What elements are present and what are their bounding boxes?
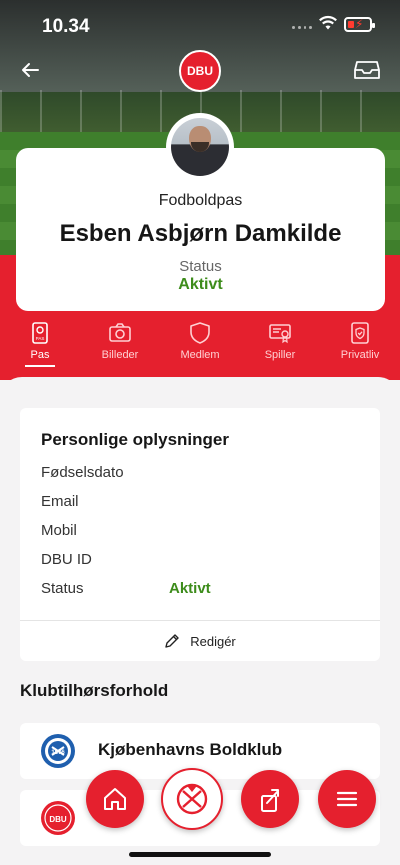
tab-billeder[interactable]: Billeder [80, 318, 160, 374]
tab-privatliv[interactable]: Privatliv [320, 318, 400, 374]
share-icon [261, 789, 279, 812]
tab-label: Pas [30, 349, 50, 361]
home-button[interactable] [86, 770, 144, 828]
svg-text:DBU: DBU [49, 815, 67, 824]
tab-spiller[interactable]: Spiller [240, 318, 320, 374]
passport-icon: PAS [32, 322, 48, 344]
personal-info-panel: Personlige oplysninger Fødselsdato Email… [20, 408, 380, 661]
share-button[interactable] [241, 770, 299, 828]
svg-text:1876: 1876 [51, 750, 65, 756]
status-time: 10.34 [42, 16, 90, 37]
kb-club-badge-icon: 1876 [41, 734, 75, 768]
wifi-icon [319, 15, 337, 30]
signal-icon [292, 26, 312, 30]
card-kind: Fodboldpas [158, 192, 243, 209]
inbox-icon[interactable] [354, 60, 380, 80]
clubs-title: Klubtilhørsforhold [20, 681, 169, 700]
status-label: Status [179, 258, 222, 275]
battery-icon: ⚡ [344, 17, 375, 32]
ball-icon [176, 783, 208, 815]
menu-button[interactable] [318, 770, 376, 828]
row-label: Mobil [41, 522, 77, 539]
privacy-shield-icon [351, 322, 369, 344]
row-label: DBU ID [41, 551, 92, 568]
tab-label: Spiller [264, 349, 296, 361]
tab-medlem[interactable]: Medlem [160, 318, 240, 374]
menu-icon [336, 791, 358, 807]
tab-pas[interactable]: PAS Pas [0, 318, 80, 374]
back-arrow-icon[interactable] [18, 58, 42, 82]
row-label: Status [41, 580, 84, 597]
tab-label: Medlem [180, 349, 220, 361]
edit-label: Redigér [190, 633, 236, 649]
club-name: Kjøbenhavns Boldklub [98, 740, 283, 759]
dbu-logo: DBU [179, 50, 221, 92]
ball-button[interactable] [161, 768, 223, 830]
status-value: Aktivt [178, 276, 223, 293]
info-row: Fødselsdato [41, 464, 124, 481]
certificate-icon [269, 324, 291, 344]
shield-icon [190, 322, 210, 344]
info-row: Email [41, 493, 79, 510]
home-icon [104, 788, 126, 810]
info-row: Mobil [41, 522, 77, 539]
avatar [166, 113, 234, 181]
dbu-club-badge-icon: DBU [41, 801, 75, 835]
row-label: Email [41, 493, 79, 510]
status-bar: 10.34 ⚡ [0, 0, 400, 52]
info-row: DBU ID [41, 551, 92, 568]
section-title: Personlige oplysninger [41, 430, 229, 449]
profile-name: Esben Asbjørn Damkilde [59, 220, 342, 247]
active-tab-indicator [25, 365, 55, 367]
svg-text:PAS: PAS [36, 336, 45, 341]
row-label: Fødselsdato [41, 464, 124, 481]
tab-label: Privatliv [340, 349, 380, 361]
tab-bar: PAS Pas Billeder Medlem Spiller Privatli… [0, 318, 400, 374]
edit-button[interactable]: Redigér [20, 621, 380, 661]
pencil-icon [165, 634, 179, 648]
home-indicator [129, 852, 271, 857]
row-value-status: Aktivt [169, 580, 211, 597]
camera-icon [109, 323, 131, 342]
tab-label: Billeder [101, 349, 139, 361]
info-row: Status Aktivt [41, 580, 211, 597]
